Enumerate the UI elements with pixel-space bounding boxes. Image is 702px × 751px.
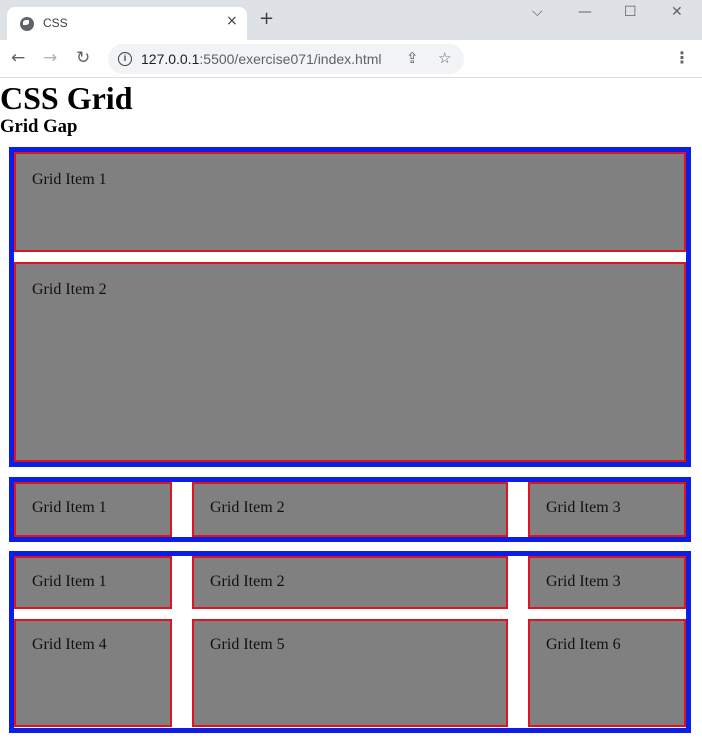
page-content: CSS Grid Grid Gap Grid Item 1 Grid Item … xyxy=(0,78,702,751)
minimize-button[interactable]: — xyxy=(578,4,592,20)
close-tab-icon[interactable]: × xyxy=(226,13,238,29)
page-title: CSS Grid xyxy=(0,80,133,116)
grid-item: Grid Item 2 xyxy=(192,482,508,537)
toolbar: ← → ↻ i 127.0.0.1:5500/exercise071/index… xyxy=(0,40,702,78)
tab-title: CSS xyxy=(43,16,68,30)
grid-item: Grid Item 1 xyxy=(14,482,172,537)
grid-item: Grid Item 4 xyxy=(14,619,172,727)
url-path: :5500/exercise071/index.html xyxy=(199,51,382,67)
back-button[interactable]: ← xyxy=(11,48,25,68)
globe-icon xyxy=(20,17,34,31)
new-tab-button[interactable]: + xyxy=(259,10,274,28)
info-icon[interactable]: i xyxy=(118,52,132,66)
page-subtitle: Grid Gap xyxy=(0,116,78,137)
tab-bar: CSS × + ⌵ — ☐ ✕ xyxy=(0,0,702,40)
grid-item: Grid Item 5 xyxy=(192,619,508,727)
grid-item: Grid Item 1 xyxy=(14,556,172,609)
maximize-button[interactable]: ☐ xyxy=(624,4,637,20)
browser-chrome: CSS × + ⌵ — ☐ ✕ ← → ↻ i 127.0.0.1:5500/e… xyxy=(0,0,702,78)
reload-button[interactable]: ↻ xyxy=(76,48,90,68)
browser-menu-icon[interactable]: ⋮ xyxy=(674,48,690,68)
grid-item: Grid Item 3 xyxy=(528,482,686,537)
url-text[interactable]: 127.0.0.1:5500/exercise071/index.html xyxy=(141,51,382,67)
tab-search-chevron-icon[interactable]: ⌵ xyxy=(532,4,543,20)
close-window-button[interactable]: ✕ xyxy=(671,4,683,20)
tab-css[interactable]: CSS × xyxy=(7,7,247,40)
share-icon[interactable]: ⇪ xyxy=(406,49,419,67)
bookmark-star-icon[interactable]: ☆ xyxy=(438,49,451,67)
grid-container-3: Grid Item 1 Grid Item 2 Grid Item 3 Grid… xyxy=(9,551,691,733)
address-bar[interactable]: i 127.0.0.1:5500/exercise071/index.html … xyxy=(108,44,464,74)
grid-container-2: Grid Item 1 Grid Item 2 Grid Item 3 xyxy=(9,477,691,542)
grid-container-1: Grid Item 1 Grid Item 2 xyxy=(9,147,691,467)
grid-item: Grid Item 1 xyxy=(14,152,686,252)
grid-item: Grid Item 2 xyxy=(192,556,508,609)
grid-item: Grid Item 2 xyxy=(14,262,686,462)
grid-item: Grid Item 3 xyxy=(528,556,686,609)
forward-button[interactable]: → xyxy=(43,48,57,68)
url-host: 127.0.0.1 xyxy=(141,51,200,67)
grid-item: Grid Item 6 xyxy=(528,619,686,727)
